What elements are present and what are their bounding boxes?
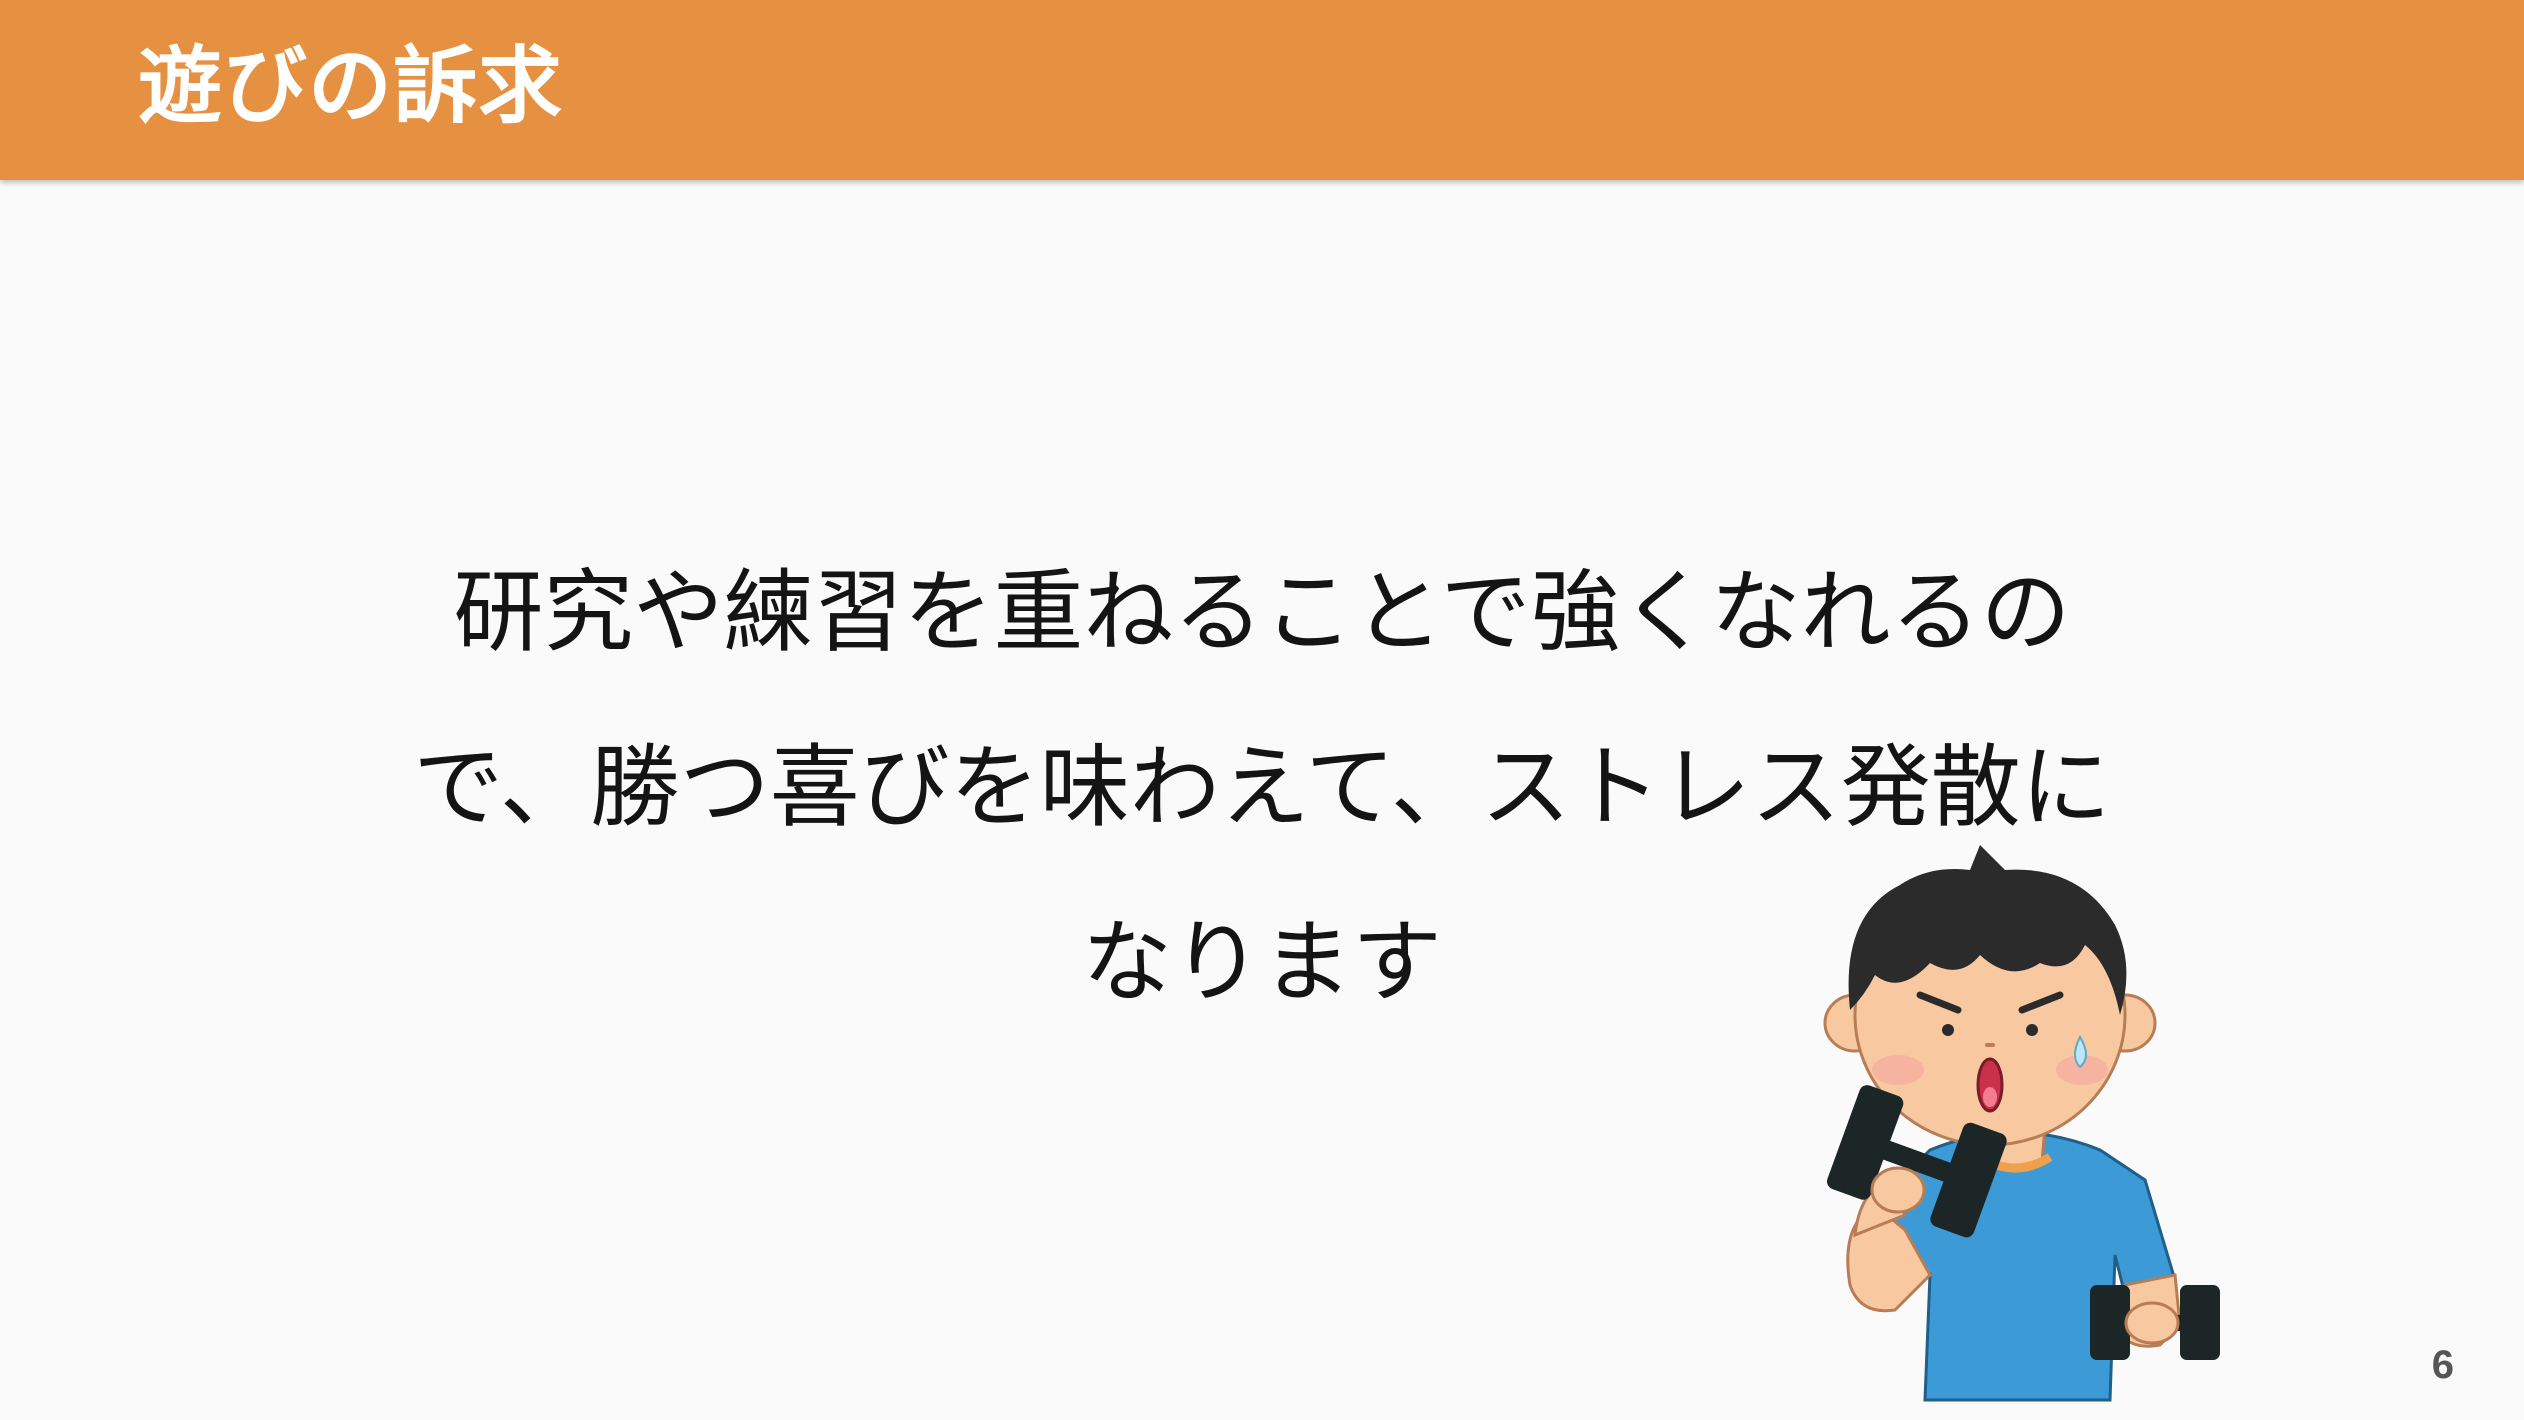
slide: 遊びの訴求 研究や練習を重ねることで強くなれるの で、勝つ喜びを味わえて、ストレ… [0,0,2524,1420]
body-line-1: 研究や練習を重ねることで強くなれるの [453,560,2071,665]
slide-title: 遊びの訴求 [138,37,564,135]
page-number: 6 [2431,1343,2454,1387]
man-lifting-dumbbells-icon [1823,845,2220,1402]
title-bar: 遊びの訴求 [0,0,2524,180]
